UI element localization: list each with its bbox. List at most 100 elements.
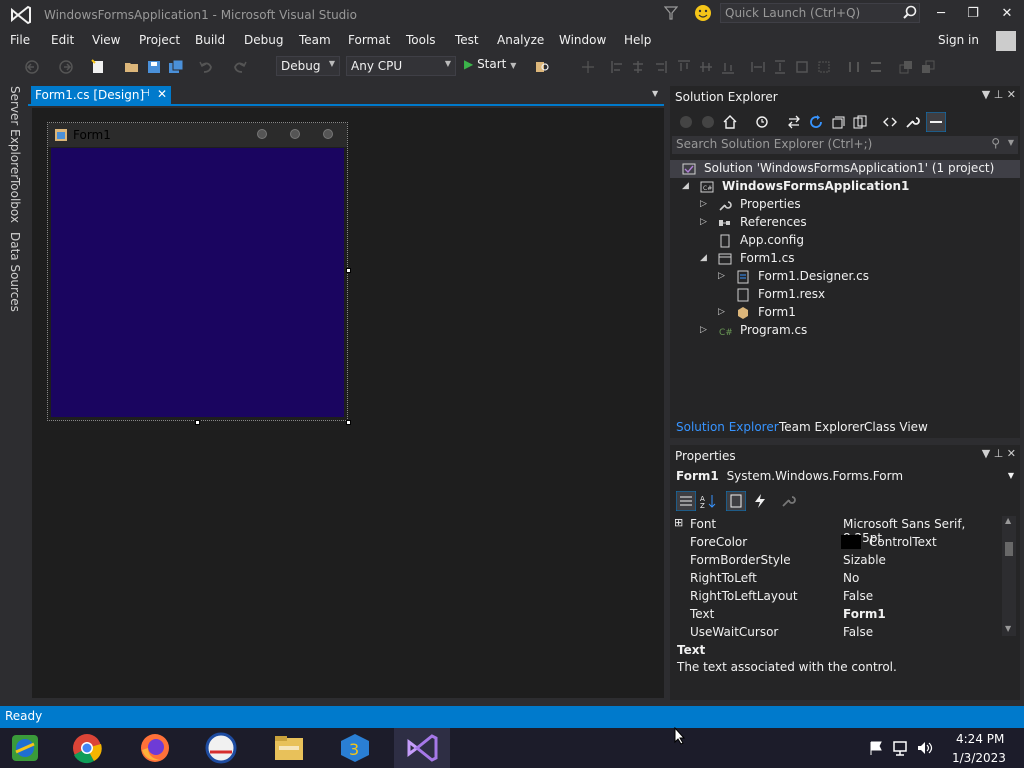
- user-avatar-icon[interactable]: [996, 31, 1016, 51]
- chrome-icon[interactable]: [70, 732, 104, 764]
- expand-plus-icon[interactable]: ⊞: [674, 516, 683, 529]
- sync-with-active-document-icon[interactable]: [786, 114, 802, 130]
- tree-item-properties[interactable]: ▷ Properties: [670, 196, 1020, 214]
- menu-view[interactable]: View: [92, 33, 120, 47]
- save-icon[interactable]: [146, 59, 162, 75]
- property-row-font[interactable]: ⊞ Font Microsoft Sans Serif, 8.25pt: [672, 515, 1002, 545]
- menu-window[interactable]: Window: [559, 33, 606, 47]
- back-icon[interactable]: [678, 114, 694, 130]
- clock-time[interactable]: 4:24 PM: [956, 732, 1004, 746]
- size-to-grid-icon[interactable]: [816, 59, 832, 75]
- expand-arrow-icon[interactable]: ▷: [718, 271, 730, 281]
- property-row-text[interactable]: Text Form1: [672, 605, 1002, 623]
- align-bottoms-icon[interactable]: [720, 59, 736, 75]
- action-center-flag-icon[interactable]: [868, 740, 884, 756]
- close-icon[interactable]: ✕: [157, 87, 167, 101]
- collapse-arrow-icon[interactable]: ◢: [700, 253, 712, 263]
- panel-window-controls[interactable]: ▼ ⊥ ✕: [982, 88, 1016, 101]
- align-middles-icon[interactable]: [698, 59, 714, 75]
- expand-arrow-icon[interactable]: ▷: [700, 325, 712, 335]
- property-value[interactable]: Sizable: [843, 553, 886, 567]
- property-value[interactable]: ControlText: [869, 535, 937, 549]
- undo-icon[interactable]: [198, 59, 214, 75]
- tree-item-form1-resx[interactable]: Form1.resx: [670, 286, 1020, 304]
- menu-analyze[interactable]: Analyze: [497, 33, 544, 47]
- make-same-height-icon[interactable]: [772, 59, 788, 75]
- tab-form1-design[interactable]: Form1.cs [Design] ⊣ ✕: [31, 86, 171, 106]
- menu-test[interactable]: Test: [455, 33, 479, 47]
- align-rights-icon[interactable]: [652, 59, 668, 75]
- clock-date[interactable]: 1/3/2023: [952, 751, 1006, 765]
- redo-icon[interactable]: [232, 59, 248, 75]
- property-row-righttoleft[interactable]: RightToLeft No: [672, 569, 1002, 587]
- start-debugging-button[interactable]: ▶ Start ▼: [464, 57, 516, 75]
- chevron-down-icon[interactable]: ▼: [1008, 138, 1014, 147]
- pin-icon[interactable]: ⊣: [141, 88, 150, 99]
- menu-build[interactable]: Build: [195, 33, 225, 47]
- network-icon[interactable]: [892, 740, 910, 756]
- solution-explorer-search-input[interactable]: Search Solution Explorer (Ctrl+;) ⚲ ▼: [672, 136, 1018, 154]
- restore-button[interactable]: ❐: [960, 4, 986, 24]
- collapse-all-icon[interactable]: [830, 114, 846, 130]
- view-code-icon[interactable]: [882, 114, 898, 130]
- menu-edit[interactable]: Edit: [51, 33, 74, 47]
- properties-wrench-icon[interactable]: [904, 114, 920, 130]
- volume-icon[interactable]: [916, 740, 934, 756]
- property-value[interactable]: No: [843, 571, 859, 585]
- tab-class-view[interactable]: Class View: [864, 420, 928, 434]
- minimize-button[interactable]: ─: [928, 4, 954, 24]
- menu-help[interactable]: Help: [624, 33, 651, 47]
- chevron-down-icon[interactable]: ▼: [1008, 471, 1014, 480]
- properties-view-icon[interactable]: [726, 491, 746, 511]
- search-icon[interactable]: [902, 5, 918, 21]
- tree-item-references[interactable]: ▷ References: [670, 214, 1020, 232]
- align-lefts-icon[interactable]: [610, 59, 626, 75]
- tree-item-solution[interactable]: Solution 'WindowsFormsApplication1' (1 p…: [670, 160, 1020, 178]
- notifications-filter-icon[interactable]: [664, 5, 678, 21]
- make-same-size-icon[interactable]: [794, 59, 810, 75]
- show-all-files-icon[interactable]: [852, 114, 868, 130]
- save-all-icon[interactable]: [168, 59, 184, 75]
- tree-item-form1-class[interactable]: ▷ Form1: [670, 304, 1020, 322]
- resize-handle-bottom[interactable]: [195, 420, 200, 425]
- taskbar-active-app[interactable]: [394, 728, 450, 768]
- new-project-icon[interactable]: [90, 59, 106, 75]
- property-grid-scrollbar[interactable]: ▲ ▼: [1002, 516, 1016, 636]
- resize-handle-bottom-right[interactable]: [346, 420, 351, 425]
- panel-window-controls[interactable]: ▼ ⊥ ✕: [982, 447, 1016, 460]
- navigate-back-icon[interactable]: [24, 59, 40, 75]
- menu-team[interactable]: Team: [299, 33, 331, 47]
- quick-launch-input[interactable]: Quick Launch (Ctrl+Q): [720, 3, 920, 23]
- menu-tools[interactable]: Tools: [406, 33, 436, 47]
- document-list-dropdown-icon[interactable]: ▼: [652, 89, 658, 98]
- close-button[interactable]: ✕: [994, 4, 1020, 24]
- align-to-grid-icon[interactable]: [580, 59, 596, 75]
- file-explorer-icon[interactable]: [272, 732, 306, 764]
- menu-format[interactable]: Format: [348, 33, 390, 47]
- expand-arrow-icon[interactable]: ▷: [700, 217, 712, 227]
- menu-debug[interactable]: Debug: [244, 33, 283, 47]
- navigate-forward-icon[interactable]: [58, 59, 74, 75]
- align-tops-icon[interactable]: [676, 59, 692, 75]
- vertical-spacing-icon[interactable]: [868, 59, 884, 75]
- windows-start-icon[interactable]: [8, 732, 42, 764]
- solution-platform-select[interactable]: Any CPU ▼: [346, 56, 456, 76]
- property-row-usewaitcursor[interactable]: UseWaitCursor False: [672, 623, 1002, 641]
- tab-solution-explorer[interactable]: Solution Explorer: [676, 420, 779, 434]
- tree-item-form1-designer[interactable]: ▷ Form1.Designer.cs: [670, 268, 1020, 286]
- toolbox-tab[interactable]: Toolbox: [8, 178, 22, 223]
- events-lightning-icon[interactable]: [752, 493, 768, 509]
- app-3-icon[interactable]: 3: [338, 732, 372, 764]
- pending-changes-filter-icon[interactable]: [754, 114, 770, 130]
- scroll-down-icon[interactable]: ▼: [1005, 624, 1011, 633]
- align-centers-icon[interactable]: [630, 59, 646, 75]
- property-row-forecolor[interactable]: ForeColor ControlText: [672, 533, 1002, 551]
- preview-selected-items-icon[interactable]: [926, 112, 946, 132]
- form-client-area[interactable]: [51, 148, 344, 417]
- tree-item-app-config[interactable]: App.config: [670, 232, 1020, 250]
- scrollbar-thumb[interactable]: [1005, 542, 1013, 556]
- categorized-view-icon[interactable]: [676, 491, 696, 511]
- resize-handle-right[interactable]: [346, 268, 351, 273]
- tree-item-project[interactable]: ◢ C# WindowsFormsApplication1: [670, 178, 1020, 196]
- collapse-arrow-icon[interactable]: ◢: [682, 181, 694, 191]
